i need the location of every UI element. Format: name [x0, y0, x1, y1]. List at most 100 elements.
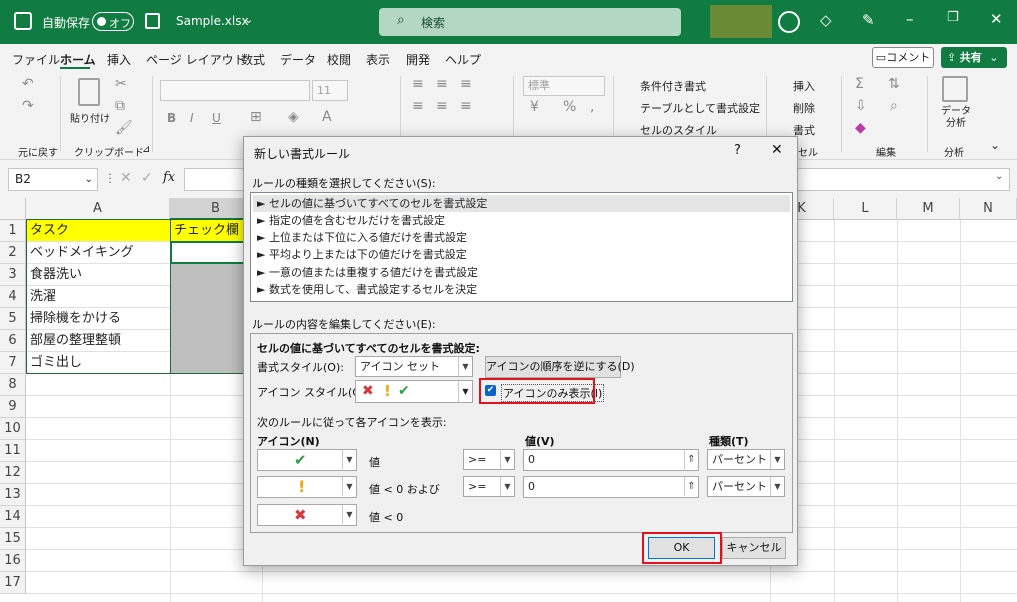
range-select-icon[interactable]: ⇑ — [684, 477, 698, 496]
comment-button[interactable]: ▭コメント — [872, 47, 934, 68]
align-right-icon[interactable]: ≡ — [460, 98, 472, 114]
tab-developer[interactable]: 開発 — [406, 51, 430, 68]
row-header[interactable]: 6 — [0, 330, 26, 352]
autosum-icon[interactable]: Σ — [855, 76, 864, 92]
file-name[interactable]: Sample.xlsx — [176, 14, 249, 28]
search-box[interactable]: ⌕ 検索 — [379, 8, 681, 36]
row-header[interactable]: 12 — [0, 462, 26, 484]
font-size-combo[interactable]: 11 — [312, 80, 348, 101]
row-header[interactable]: 2 — [0, 242, 26, 264]
tab-home[interactable]: ホーム — [60, 51, 96, 68]
rule-type-list[interactable]: ► セルの値に基づいてすべてのセルを書式設定 ► 指定の値を含むセルだけを書式設… — [250, 192, 793, 302]
function-icon[interactable]: fx — [163, 170, 175, 185]
tab-review[interactable]: 校閲 — [327, 51, 351, 68]
align-center-icon[interactable]: ≡ — [436, 98, 448, 114]
rule-type-item[interactable]: ► 上位または下位に入る値だけを書式設定 — [257, 229, 467, 246]
select-all-corner[interactable] — [0, 198, 26, 220]
rule-type-item[interactable]: ► 平均より上または下の値だけを書式設定 — [257, 246, 467, 263]
paste-label[interactable]: 貼り付け — [70, 110, 110, 125]
row-header[interactable]: 7 — [0, 352, 26, 374]
row-header[interactable]: 4 — [0, 286, 26, 308]
tab-insert[interactable]: 挿入 — [107, 51, 131, 68]
window-close-icon[interactable]: ✕ — [990, 10, 1003, 28]
bold-icon[interactable]: B — [167, 111, 176, 125]
name-box[interactable]: B2 ⌄ — [8, 168, 98, 191]
restore-icon[interactable]: ❐ — [947, 10, 959, 25]
font-color-icon[interactable]: A — [322, 109, 332, 125]
paste-icon[interactable] — [78, 78, 100, 106]
fill-color-icon[interactable]: ◈ — [288, 109, 299, 125]
help-button[interactable]: ? — [734, 143, 741, 158]
format-as-table-button[interactable]: テーブルとして書式設定 — [640, 100, 760, 116]
autosave-toggle[interactable]: オフ — [92, 12, 134, 31]
tab-data[interactable]: データ — [280, 51, 316, 68]
redo-icon[interactable]: ↷ — [22, 98, 34, 114]
expand-formula-icon[interactable]: ⌄ — [995, 171, 1003, 182]
underline-icon[interactable]: U — [212, 111, 221, 125]
sort-icon[interactable]: ⇅ — [888, 76, 900, 92]
copy-icon[interactable]: ⧉ — [115, 98, 125, 114]
tab-help[interactable]: ヘルプ — [445, 51, 481, 68]
type-2-select[interactable]: パーセント ▼ — [707, 476, 785, 497]
avatar[interactable] — [778, 11, 800, 33]
align-top-icon[interactable]: ≡ — [412, 76, 424, 92]
fill-icon[interactable]: ⇩ — [855, 98, 867, 114]
data-analysis-button[interactable]: データ分析 — [940, 106, 972, 130]
undo-icon[interactable]: ↶ — [22, 76, 34, 92]
align-left-icon[interactable]: ≡ — [412, 98, 424, 114]
range-select-icon[interactable]: ⇑ — [684, 450, 698, 469]
row-header[interactable]: 8 — [0, 374, 26, 396]
column-header-n[interactable]: N — [960, 198, 1017, 220]
border-icon[interactable]: ⊞ — [250, 109, 262, 125]
share-button[interactable]: ⇪ 共有 ⌄ — [941, 47, 1007, 68]
type-1-select[interactable]: パーセント ▼ — [707, 449, 785, 470]
row-header[interactable]: 16 — [0, 550, 26, 572]
tab-formulas[interactable]: 数式 — [241, 51, 265, 68]
value-2-input[interactable]: 0 ⇑ — [523, 476, 699, 498]
align-middle-icon[interactable]: ≡ — [436, 76, 448, 92]
row-header[interactable]: 14 — [0, 506, 26, 528]
tab-file[interactable]: ファイル — [12, 51, 60, 68]
cancel-button[interactable]: キャンセル — [722, 537, 786, 559]
row-header[interactable]: 11 — [0, 440, 26, 462]
font-name-combo[interactable] — [160, 80, 310, 101]
insert-cells-button[interactable]: 挿入 — [793, 78, 815, 94]
minimize-icon[interactable]: – — [906, 10, 914, 28]
currency-icon[interactable]: ¥ — [530, 99, 539, 115]
collapse-ribbon-icon[interactable]: ⌄ — [990, 138, 1000, 152]
dialog-close-button[interactable]: ✕ — [771, 142, 783, 158]
align-bottom-icon[interactable]: ≡ — [460, 76, 472, 92]
row-header[interactable]: 10 — [0, 418, 26, 440]
operator-1-select[interactable]: >= ▼ — [463, 449, 515, 470]
tab-page-layout[interactable]: ページ レイアウト — [146, 51, 246, 68]
pen-icon[interactable]: ✎ — [862, 11, 875, 29]
comma-icon[interactable]: , — [590, 99, 594, 115]
percent-icon[interactable]: % — [563, 99, 576, 115]
rule-type-item[interactable]: ► 指定の値を含むセルだけを書式設定 — [257, 212, 445, 229]
row-header[interactable]: 5 — [0, 308, 26, 330]
icon-rule-1-select[interactable]: ✔ ▼ — [257, 449, 357, 471]
rule-type-item[interactable]: ► セルの値に基づいてすべてのセルを書式設定 — [253, 195, 790, 212]
column-header-a[interactable]: A — [26, 198, 170, 220]
save-icon[interactable] — [145, 13, 160, 29]
data-analysis-icon[interactable] — [942, 76, 968, 102]
rule-type-item[interactable]: ► 一意の値または重複する値だけを書式設定 — [257, 264, 478, 281]
cancel-entry-icon[interactable]: ✕ — [120, 170, 132, 186]
row-header[interactable]: 1 — [0, 220, 26, 242]
find-icon[interactable]: ⌕ — [890, 98, 898, 114]
italic-icon[interactable]: I — [190, 111, 194, 125]
icon-rule-3-select[interactable]: ✖ ▼ — [257, 504, 357, 526]
eraser-icon[interactable]: ◆ — [855, 120, 866, 136]
column-header-l[interactable]: L — [834, 198, 897, 220]
row-header[interactable]: 9 — [0, 396, 26, 418]
row-header[interactable]: 3 — [0, 264, 26, 286]
rule-type-item[interactable]: ► 数式を使用して、書式設定するセルを決定 — [257, 281, 477, 298]
cut-icon[interactable]: ✂ — [115, 76, 127, 92]
value-1-input[interactable]: 0 ⇑ — [523, 449, 699, 471]
format-painter-icon[interactable]: 🖌 — [115, 120, 133, 136]
format-style-select[interactable]: アイコン セット ▼ — [355, 356, 473, 377]
row-header[interactable]: 13 — [0, 484, 26, 506]
dialog-launcher-icon[interactable]: ⊿ — [142, 144, 150, 155]
operator-2-select[interactable]: >= ▼ — [463, 476, 515, 497]
conditional-format-button[interactable]: 条件付き書式 — [640, 78, 706, 94]
